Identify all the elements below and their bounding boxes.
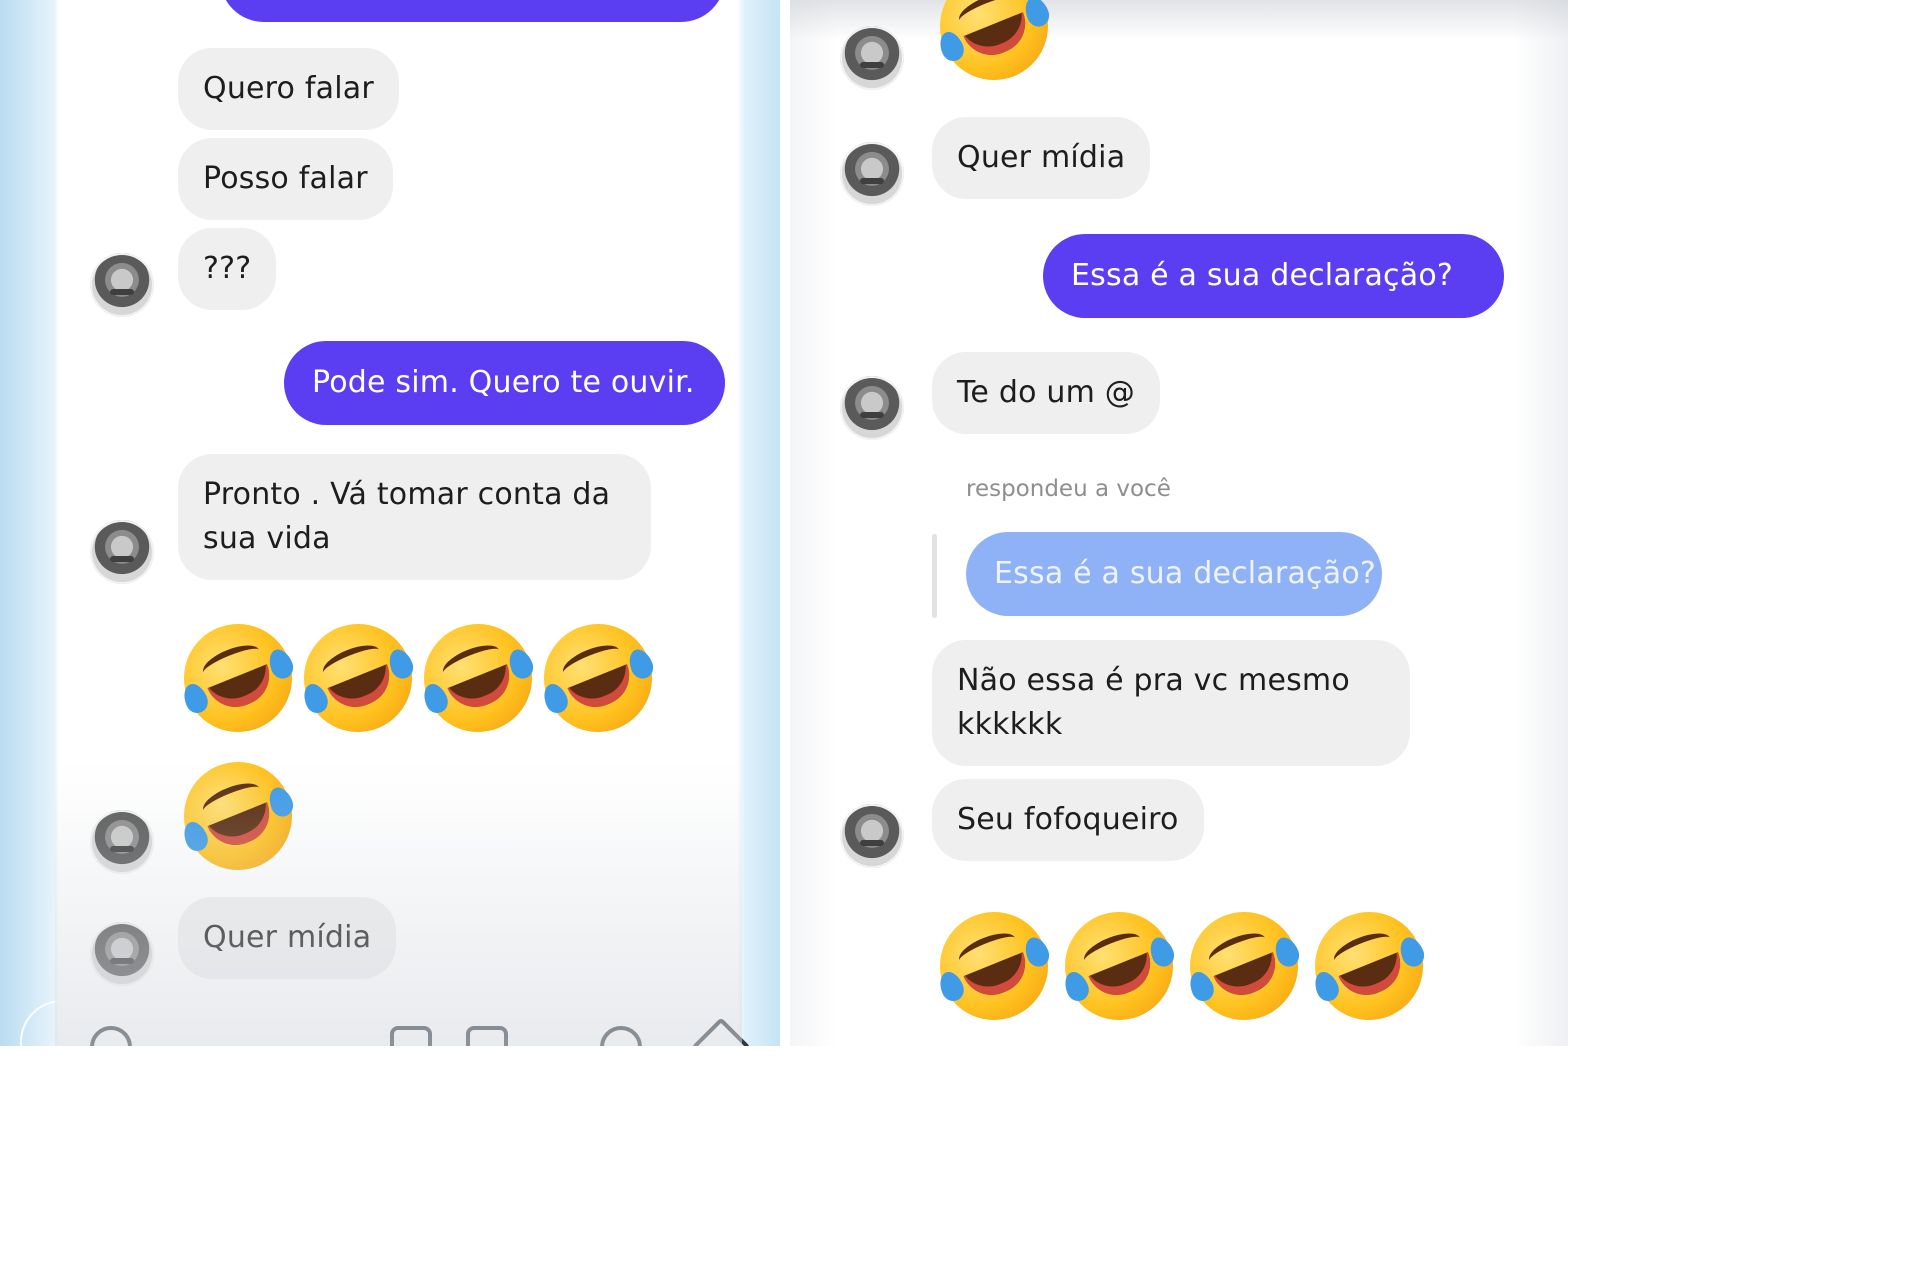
left-chat-screenshot: Quero falar Posso falar ??? Pode sim. Qu…: [0, 0, 780, 1046]
tear-icon: [625, 645, 657, 682]
quoted-message[interactable]: Essa é a sua declaração?: [966, 532, 1382, 616]
message-quero-falar[interactable]: Quero falar: [178, 48, 399, 130]
message-posso-falar[interactable]: Posso falar: [178, 138, 393, 220]
message-quer-midia[interactable]: Quer mídia: [178, 897, 397, 979]
outgoing-bubble-cut: [220, 0, 725, 22]
contact-avatar[interactable]: [90, 810, 154, 874]
divider: [780, 0, 790, 1046]
message-essa-declaracao[interactable]: Essa é a sua declaração?: [1043, 234, 1504, 318]
tear-icon: [419, 680, 452, 717]
tear-icon: [935, 28, 968, 65]
laughing-emoji-icon: [923, 895, 1065, 1037]
tear-icon: [1021, 0, 1053, 30]
contact-avatar[interactable]: [90, 520, 154, 584]
message-quer-midia[interactable]: Quer mídia: [932, 117, 1151, 199]
contact-avatar[interactable]: [840, 804, 904, 868]
tear-icon: [505, 645, 537, 682]
message-pronto[interactable]: Pronto . Vá tomar conta da sua vida: [178, 454, 651, 580]
tear-icon: [1310, 968, 1343, 1005]
tear-icon: [265, 645, 297, 682]
gallery-icon[interactable]: [466, 1026, 508, 1046]
laughing-emoji-icon: [527, 607, 669, 749]
tear-icon: [1271, 933, 1303, 970]
tear-icon: [1185, 968, 1218, 1005]
message-pode-sim[interactable]: Pode sim. Quero te ouvir.: [284, 341, 725, 425]
tear-icon: [385, 645, 417, 682]
laughing-emoji-icon: [407, 607, 549, 749]
mic-icon[interactable]: [390, 1026, 432, 1046]
tear-icon: [265, 783, 297, 820]
message-question[interactable]: ???: [178, 228, 277, 310]
send-icon[interactable]: [691, 1017, 751, 1046]
right-chat-screenshot: Quer mídia Essa é a sua declaração? Te d…: [790, 0, 1568, 1046]
message-nao-essa[interactable]: Não essa é pra vc mesmo kkkkkk: [932, 640, 1410, 766]
heart-icon[interactable]: [600, 1026, 642, 1046]
laughing-emoji-icon: [167, 745, 309, 887]
contact-avatar[interactable]: [90, 253, 154, 317]
laughing-emoji-icon: [1173, 895, 1315, 1037]
reply-indicator: [932, 534, 937, 618]
tear-icon: [1396, 933, 1428, 970]
laughing-emoji-icon: [1298, 895, 1440, 1037]
reply-label: respondeu a você: [966, 476, 1171, 502]
contact-avatar[interactable]: [840, 26, 904, 90]
laughing-emoji-icon: [923, 0, 1065, 97]
contact-avatar[interactable]: [840, 376, 904, 440]
laughing-emoji-icon: [287, 607, 429, 749]
contact-avatar[interactable]: [840, 142, 904, 206]
tear-icon: [539, 680, 572, 717]
tear-icon: [299, 680, 332, 717]
laughing-emoji-icon: [167, 607, 309, 749]
tear-icon: [179, 818, 212, 855]
tear-icon: [1021, 933, 1053, 970]
tear-icon: [1146, 933, 1178, 970]
laughing-emoji-icon: [1048, 895, 1190, 1037]
tear-icon: [179, 680, 212, 717]
contact-avatar[interactable]: [90, 922, 154, 986]
message-te-do-um[interactable]: Te do um @: [932, 352, 1160, 434]
tear-icon: [1060, 968, 1093, 1005]
tear-icon: [935, 968, 968, 1005]
message-seu-fofoqueiro[interactable]: Seu fofoqueiro: [932, 779, 1204, 861]
